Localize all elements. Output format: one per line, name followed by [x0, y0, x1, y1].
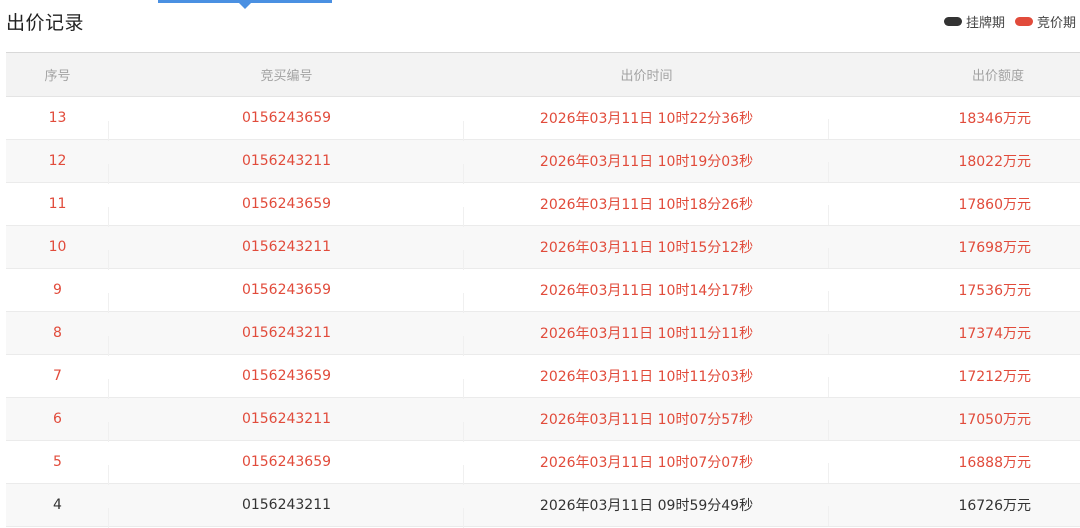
row-no: 9 — [6, 282, 109, 313]
table-row: 10 0156243211 2026年03月11日 10时15分12秒 17698万元 — [6, 226, 1080, 270]
row-bidder-id: 0156243211 — [109, 325, 464, 356]
bid-record-table: 序号 竞买编号 出价时间 出价额度 13 0156243659 2026年03月11… — [6, 52, 1080, 528]
row-bid-amount: 18022万元 — [958, 154, 1031, 170]
row-no: 6 — [6, 411, 109, 442]
row-bid-time: 2026年03月11日 09时59分49秒 — [464, 495, 829, 526]
row-no: 4 — [6, 497, 109, 528]
row-bidder-id: 0156243211 — [109, 153, 464, 184]
table-row: 9 0156243659 2026年03月11日 10时14分17秒 17536万元 — [6, 269, 1080, 313]
table-header: 序号 竞买编号 出价时间 出价额度 — [6, 53, 1080, 97]
row-no: 10 — [6, 239, 109, 270]
column-header-bidder: 竞买编号 — [260, 69, 313, 84]
column-header-no: 序号 — [44, 69, 71, 84]
row-bid-time: 2026年03月11日 10时11分03秒 — [464, 366, 829, 397]
row-bid-time: 2026年03月11日 10时18分26秒 — [464, 194, 829, 225]
row-bidder-id: 0156243659 — [109, 110, 464, 141]
row-bid-amount: 17050万元 — [958, 412, 1031, 428]
row-bid-amount: 17212万元 — [958, 369, 1031, 385]
row-no: 12 — [6, 153, 109, 184]
column-header-amount: 出价额度 — [971, 69, 1024, 84]
row-no: 11 — [6, 196, 109, 227]
row-bidder-id: 0156243659 — [109, 368, 464, 399]
row-bid-amount: 16888万元 — [958, 455, 1031, 471]
table-row: 6 0156243211 2026年03月11日 10时07分57秒 17050万元 — [6, 398, 1080, 442]
legend-label-bidding: 竞价期 — [1036, 16, 1076, 31]
legend-item-bidding: 竞价期 — [1014, 12, 1076, 31]
row-bid-amount: 17698万元 — [958, 240, 1031, 256]
table-row: 4 0156243211 2026年03月11日 09时59分49秒 16726万元 — [6, 484, 1080, 528]
row-bid-time: 2026年03月11日 10时15分12秒 — [464, 237, 829, 268]
row-bid-amount: 16726万元 — [958, 498, 1031, 514]
row-bid-time: 2026年03月11日 10时07分07秒 — [464, 452, 829, 483]
row-no: 8 — [6, 325, 109, 356]
row-bid-amount: 18346万元 — [958, 111, 1031, 127]
table-row: 12 0156243211 2026年03月11日 10时19分03秒 18022万元 — [6, 140, 1080, 184]
row-bid-amount: 17860万元 — [958, 197, 1031, 213]
table-body: 13 0156243659 2026年03月11日 10时22分36秒 18346万元… — [6, 97, 1080, 528]
row-no: 13 — [6, 110, 109, 141]
row-bidder-id: 0156243659 — [109, 282, 464, 313]
row-bid-time: 2026年03月11日 10时19分03秒 — [464, 151, 829, 182]
legend-swatch-listing — [943, 17, 962, 26]
legend-label-listing: 挂牌期 — [965, 16, 1005, 31]
row-bid-time: 2026年03月11日 10时07分57秒 — [464, 409, 829, 440]
row-bid-time: 2026年03月11日 10时11分11秒 — [464, 323, 829, 354]
row-bidder-id: 0156243659 — [109, 454, 464, 485]
row-bidder-id: 0156243211 — [109, 239, 464, 270]
legend-item-listing: 挂牌期 — [943, 12, 1005, 31]
row-no: 7 — [6, 368, 109, 399]
row-bidder-id: 0156243659 — [109, 196, 464, 227]
row-bid-time: 2026年03月11日 10时22分36秒 — [464, 108, 829, 139]
table-row: 5 0156243659 2026年03月11日 10时07分07秒 16888万元 — [6, 441, 1080, 485]
column-header-time: 出价时间 — [620, 69, 673, 84]
table-row: 11 0156243659 2026年03月11日 10时18分26秒 17860万元 — [6, 183, 1080, 227]
row-bidder-id: 0156243211 — [109, 411, 464, 442]
phase-legend: 挂牌期 竞价期 — [943, 12, 1076, 31]
table-row: 13 0156243659 2026年03月11日 10时22分36秒 18346万元 — [6, 97, 1080, 141]
table-row: 7 0156243659 2026年03月11日 10时11分03秒 17212万元 — [6, 355, 1080, 399]
legend-swatch-bidding — [1014, 17, 1033, 26]
table-row: 8 0156243211 2026年03月11日 10时11分11秒 17374万元 — [6, 312, 1080, 356]
page-title: 出价记录 — [6, 12, 85, 34]
row-bid-time: 2026年03月11日 10时14分17秒 — [464, 280, 829, 311]
row-bidder-id: 0156243211 — [109, 497, 464, 528]
row-bid-amount: 17374万元 — [958, 326, 1031, 342]
row-bid-amount: 17536万元 — [958, 283, 1031, 299]
active-tab-caret-icon — [239, 3, 251, 9]
row-no: 5 — [6, 454, 109, 485]
